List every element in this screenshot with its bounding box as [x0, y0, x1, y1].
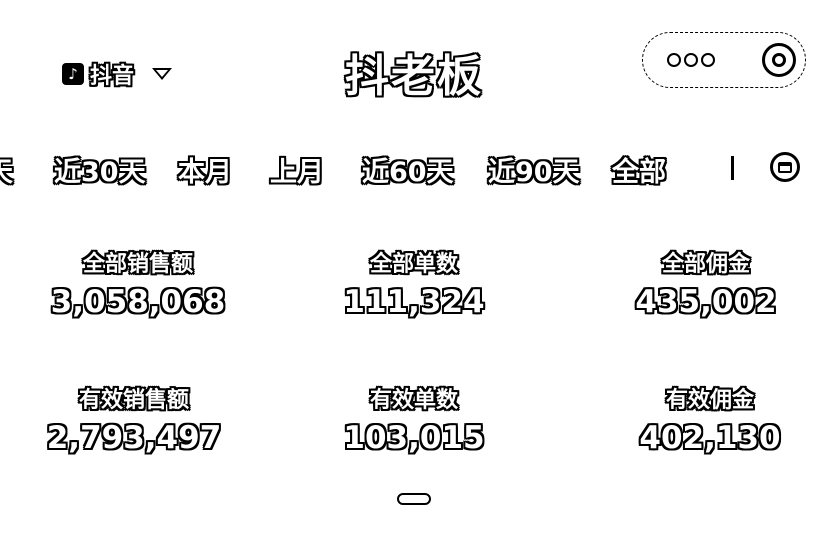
metric-value: 435,002 [635, 284, 777, 320]
header: ♪ 抖音 抖老板 [0, 0, 828, 130]
tab-all[interactable]: 全部 [612, 150, 666, 189]
metric-label: 全部单数 [369, 252, 458, 277]
metric-total-sales: 全部销售额 3,058,068 [0, 246, 276, 320]
tab-7-days[interactable]: 天 [0, 150, 13, 189]
metric-label: 有效销售额 [78, 388, 189, 413]
metric-total-commission: 全部佣金 435,002 [568, 246, 828, 320]
metric-label: 全部佣金 [661, 252, 750, 277]
period-tabs: 天 近30天 本月 上月 近60天 近90天 全部 [0, 150, 828, 190]
mini-program-capsule [642, 32, 806, 88]
tab-divider [731, 156, 734, 180]
metric-valid-orders: 有效单数 103,015 [276, 382, 552, 456]
metric-label: 有效佣金 [665, 388, 754, 413]
metric-value: 2,793,497 [46, 420, 222, 456]
metric-valid-sales: 有效销售额 2,793,497 [0, 382, 272, 456]
metric-value: 103,015 [343, 420, 485, 456]
more-dots-icon[interactable] [667, 53, 715, 67]
tab-this-month[interactable]: 本月 [178, 150, 232, 189]
metric-label: 全部销售额 [82, 252, 193, 277]
metric-value: 402,130 [639, 420, 781, 456]
calendar-icon[interactable] [770, 152, 800, 182]
metric-total-orders: 全部单数 111,324 [276, 246, 552, 320]
tab-last-90-days[interactable]: 近90天 [488, 150, 580, 189]
metric-valid-commission: 有效佣金 402,130 [572, 382, 828, 456]
tab-last-60-days[interactable]: 近60天 [362, 150, 454, 189]
metric-label: 有效单数 [369, 388, 458, 413]
home-indicator[interactable] [397, 493, 431, 505]
metric-value: 111,324 [343, 284, 485, 320]
tab-last-30-days[interactable]: 近30天 [54, 150, 146, 189]
metric-value: 3,058,068 [50, 284, 226, 320]
tab-last-month[interactable]: 上月 [270, 150, 324, 189]
target-icon[interactable] [762, 43, 796, 77]
capsule-divider [741, 45, 742, 75]
